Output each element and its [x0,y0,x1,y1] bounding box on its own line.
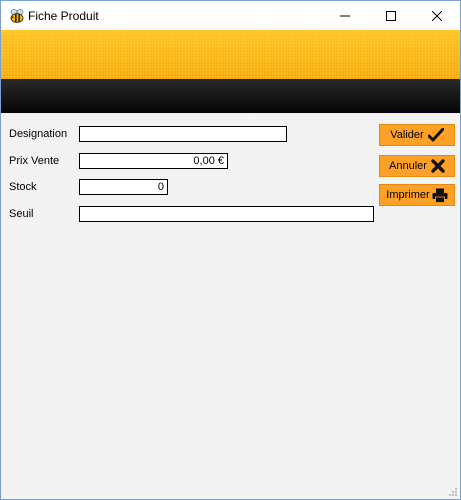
maximize-button[interactable] [368,1,414,30]
seuil-label: Seuil [9,208,34,220]
window-title: Fiche Produit [28,9,99,23]
designation-label: Designation [9,128,68,140]
title-bar[interactable]: Fiche Produit [1,1,460,30]
designation-input[interactable] [79,126,287,142]
bee-icon [10,9,24,23]
checkmark-icon [427,128,444,142]
app-window: Fiche Produit Designation Prix Vente Sto… [0,0,461,500]
prix-vente-input[interactable] [79,153,228,169]
printer-icon [432,188,448,203]
close-button[interactable] [414,1,460,30]
minimize-button[interactable] [322,1,368,30]
header-banner-black [1,79,460,113]
stock-label: Stock [9,181,37,193]
imprimer-button[interactable]: Imprimer [379,184,455,206]
annuler-button[interactable]: Annuler [379,155,455,177]
seuil-input[interactable] [79,206,374,222]
stock-input[interactable] [79,179,168,195]
valider-button[interactable]: Valider [379,124,455,146]
close-icon [432,10,442,21]
header-banner-orange [1,30,460,79]
maximize-icon [386,10,396,21]
annuler-label: Annuler [389,160,427,172]
imprimer-label: Imprimer [386,189,430,201]
x-icon [431,159,445,173]
valider-label: Valider [390,129,424,141]
minimize-icon [340,15,350,16]
prix-vente-label: Prix Vente [9,155,60,167]
resize-grip-icon[interactable] [448,487,458,497]
